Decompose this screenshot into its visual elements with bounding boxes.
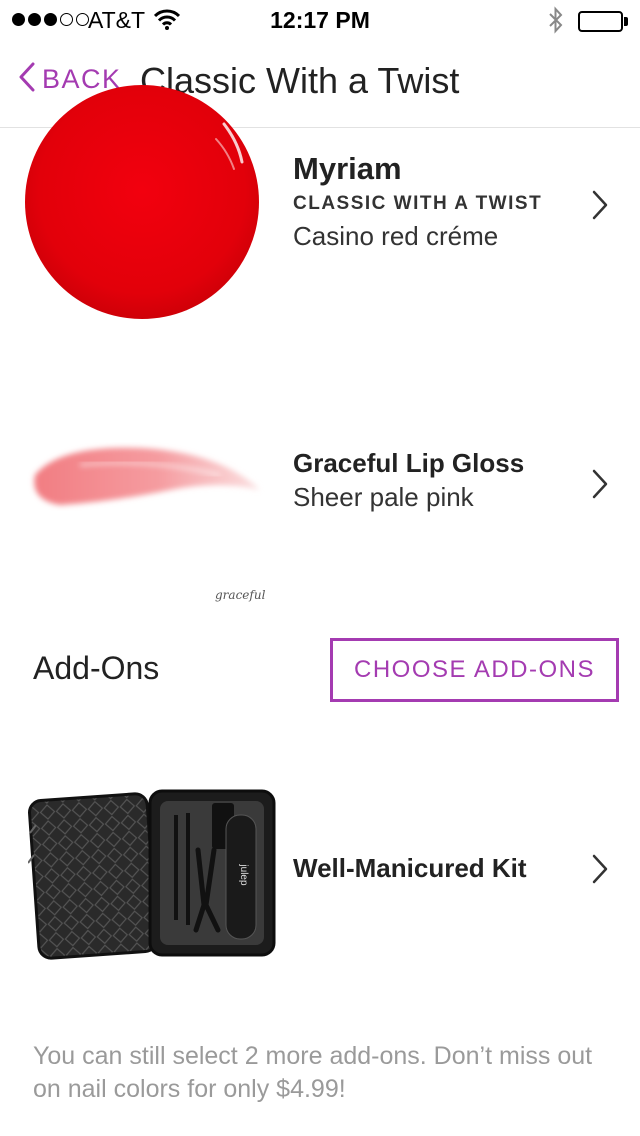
status-time: 12:17 PM <box>270 7 370 33</box>
addon-name: Well-Manicured Kit <box>293 853 527 883</box>
product-description: Casino red créme <box>293 221 499 251</box>
image-caption: graceful <box>215 588 266 602</box>
battery-icon <box>578 11 628 32</box>
product-row-myriam[interactable]: Myriam CLASSIC WITH A TWIST Casino red c… <box>0 85 640 349</box>
product-collection: CLASSIC WITH A TWIST <box>293 193 543 214</box>
case-brand: julep <box>238 863 249 886</box>
polish-swatch-image <box>24 84 260 325</box>
lip-gloss-swatch-image <box>20 430 270 535</box>
app-screen: AT&T 12:17 PM BACK Classic With a Twist … <box>0 0 640 1136</box>
bluetooth-icon <box>548 6 564 40</box>
addons-heading: Add-Ons <box>33 650 160 686</box>
product-description: Sheer pale pink <box>293 482 474 512</box>
product-row-lip-gloss[interactable]: Graceful Lip Gloss Sheer pale pink grace… <box>0 420 640 610</box>
chevron-right-icon <box>590 189 610 226</box>
chevron-right-icon <box>590 853 610 890</box>
choose-addons-button[interactable]: CHOOSE ADD-ONS <box>330 638 619 702</box>
chevron-right-icon <box>590 468 610 505</box>
product-name: Myriam <box>293 151 402 186</box>
addons-remaining-message: You can still select 2 more add-ons. Don… <box>33 1042 593 1103</box>
status-bar: AT&T 12:17 PM <box>0 0 640 40</box>
manicure-kit-image: julep <box>27 785 278 970</box>
addon-row-manicure-kit[interactable]: julep Well-Manicured Kit <box>0 745 640 985</box>
product-name: Graceful Lip Gloss <box>293 448 525 478</box>
